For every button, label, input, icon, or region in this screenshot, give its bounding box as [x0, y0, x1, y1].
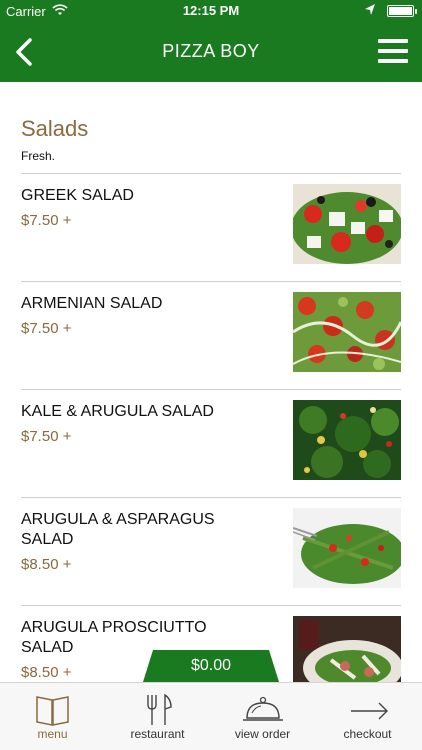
top-bar: Carrier 12:15 PM PIZZA BOY — [0, 0, 422, 82]
cart-total: $0.00 — [190, 657, 232, 674]
location-arrow-icon — [365, 4, 375, 15]
page-title: PIZZA BOY — [162, 41, 260, 61]
section-subtitle: Fresh. — [21, 149, 56, 163]
item-name: GREEK SALAD — [21, 187, 134, 204]
status-bar: Carrier 12:15 PM — [0, 0, 422, 22]
tab-restaurant[interactable]: restaurant — [105, 683, 210, 750]
fork-knife-icon — [147, 693, 172, 725]
item-price: $7.50 + — [21, 212, 72, 229]
arrow-right-icon — [351, 702, 388, 720]
section-title: Salads — [21, 116, 89, 141]
tab-label: restaurant — [130, 727, 185, 741]
hamburger-menu-icon[interactable] — [378, 39, 408, 63]
kale-arugula-salad-photo — [293, 400, 401, 480]
app-header: PIZZA BOY — [0, 22, 422, 82]
cart-total-button[interactable]: $0.00 — [143, 650, 279, 682]
item-name: ARUGULA & ASPARAGUS SALAD — [21, 511, 215, 548]
item-price: $8.50 + — [21, 556, 72, 573]
battery-icon — [387, 5, 417, 17]
item-price: $7.50 + — [21, 428, 72, 445]
status-time: 12:15 PM — [182, 3, 240, 18]
menu-content[interactable]: Salads Fresh. GREEK SALAD $7.50 + ARMENI… — [0, 82, 422, 682]
book-icon — [36, 696, 69, 726]
item-name: KALE & ARUGULA SALAD — [21, 403, 214, 420]
tab-label: menu — [37, 727, 68, 741]
arugula-asparagus-salad-photo — [293, 508, 401, 588]
armenian-salad-photo — [293, 292, 401, 372]
item-name: ARMENIAN SALAD — [21, 295, 163, 312]
menu-item-armenian-salad[interactable]: ARMENIAN SALAD $7.50 + — [21, 281, 401, 389]
greek-salad-photo — [293, 184, 401, 264]
menu-item-greek-salad[interactable]: GREEK SALAD $7.50 + — [21, 173, 401, 281]
tab-menu[interactable]: menu — [0, 683, 105, 750]
menu-item-kale-arugula-salad[interactable]: KALE & ARUGULA SALAD $7.50 + — [21, 389, 401, 497]
arugula-prosciutto-salad-photo — [293, 616, 401, 682]
cloche-icon — [243, 696, 283, 721]
tab-view-order[interactable]: view order — [210, 683, 315, 750]
item-price: $7.50 + — [21, 320, 72, 337]
bottom-tab-bar: menu restaurant view order checkout — [0, 682, 422, 750]
tab-label: checkout — [343, 727, 392, 741]
item-price: $8.50 + — [21, 664, 72, 681]
tab-checkout[interactable]: checkout — [315, 683, 420, 750]
tab-label: view order — [234, 727, 291, 741]
menu-item-arugula-asparagus-salad[interactable]: ARUGULA & ASPARAGUS SALAD $8.50 + — [21, 497, 401, 605]
